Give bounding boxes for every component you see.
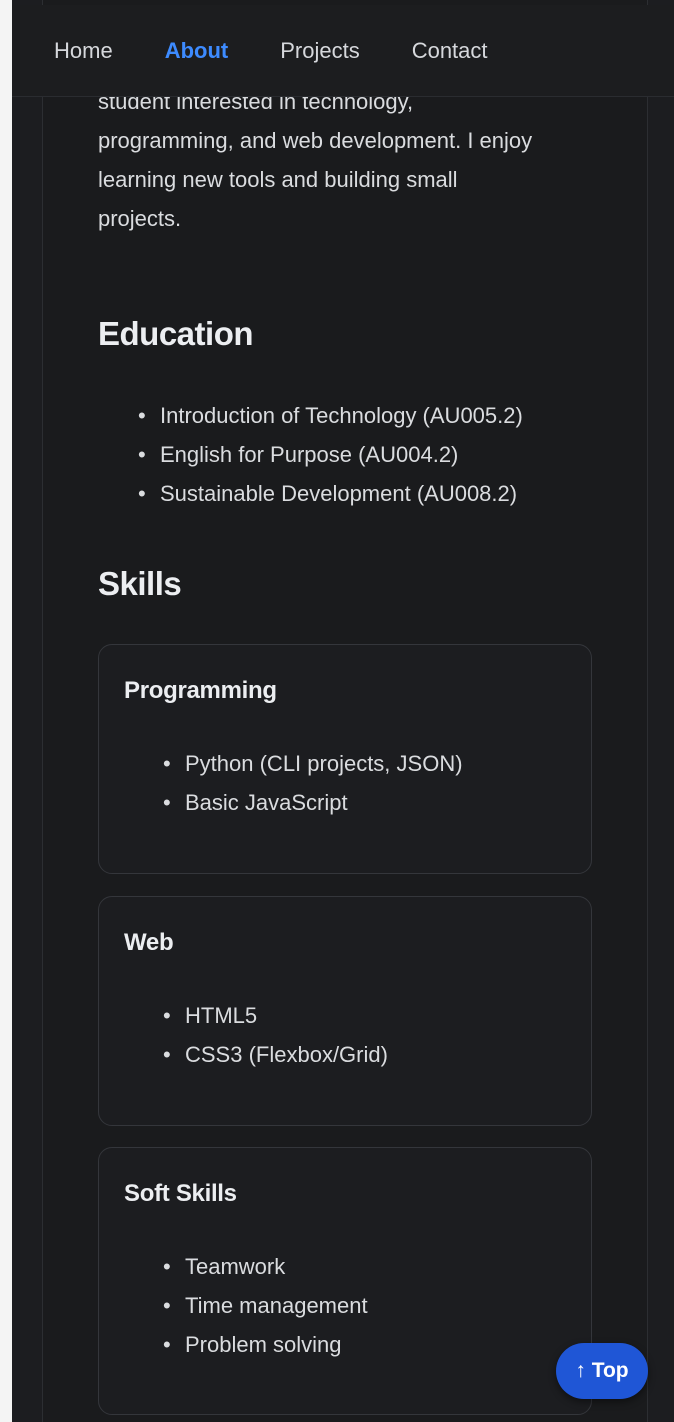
nav-link-contact[interactable]: Contact bbox=[412, 38, 488, 64]
intro-line: learning new tools and building small bbox=[98, 167, 458, 192]
skill-card-soft-skills: Soft Skills Teamwork Time management Pro… bbox=[98, 1147, 592, 1415]
skill-card-list: Teamwork Time management Problem solving bbox=[161, 1247, 368, 1364]
skill-card-list: HTML5 CSS3 (Flexbox/Grid) bbox=[161, 996, 388, 1074]
left-gutter bbox=[0, 0, 12, 1422]
list-item: Teamwork bbox=[161, 1247, 368, 1286]
education-heading: Education bbox=[98, 315, 254, 352]
skill-card-programming: Programming Python (CLI projects, JSON) … bbox=[98, 644, 592, 874]
list-item: Problem solving bbox=[161, 1325, 368, 1364]
intro-line: projects. bbox=[98, 206, 182, 231]
list-item: English for Purpose (AU004.2) bbox=[136, 435, 523, 474]
back-to-top-button[interactable]: ↑ Top bbox=[556, 1343, 648, 1399]
about-intro-text: student interested in technology, progra… bbox=[98, 82, 598, 238]
nav-link-about[interactable]: About bbox=[165, 38, 229, 64]
nav-links: Home About Projects Contact bbox=[12, 38, 540, 64]
list-item: Time management bbox=[161, 1286, 368, 1325]
skill-card-list: Python (CLI projects, JSON) Basic JavaSc… bbox=[161, 744, 463, 822]
skills-heading: Skills bbox=[98, 565, 182, 602]
nav-link-home[interactable]: Home bbox=[54, 38, 113, 64]
list-item: HTML5 bbox=[161, 996, 388, 1035]
list-item: Sustainable Development (AU008.2) bbox=[136, 474, 523, 513]
list-item: Basic JavaScript bbox=[161, 783, 463, 822]
skill-card-title: Web bbox=[124, 929, 174, 956]
skill-card-web: Web HTML5 CSS3 (Flexbox/Grid) bbox=[98, 896, 592, 1126]
skill-card-title: Soft Skills bbox=[124, 1180, 237, 1207]
nav-link-projects[interactable]: Projects bbox=[280, 38, 359, 64]
list-item: Introduction of Technology (AU005.2) bbox=[136, 396, 523, 435]
list-item: Python (CLI projects, JSON) bbox=[161, 744, 463, 783]
intro-line: programming, and web development. I enjo… bbox=[98, 128, 533, 153]
skill-card-title: Programming bbox=[124, 677, 277, 704]
top-navbar: Home About Projects Contact bbox=[12, 5, 674, 97]
list-item: CSS3 (Flexbox/Grid) bbox=[161, 1035, 388, 1074]
education-list: Introduction of Technology (AU005.2) Eng… bbox=[136, 396, 523, 513]
viewport: Home About Projects Contact student inte… bbox=[0, 0, 674, 1422]
